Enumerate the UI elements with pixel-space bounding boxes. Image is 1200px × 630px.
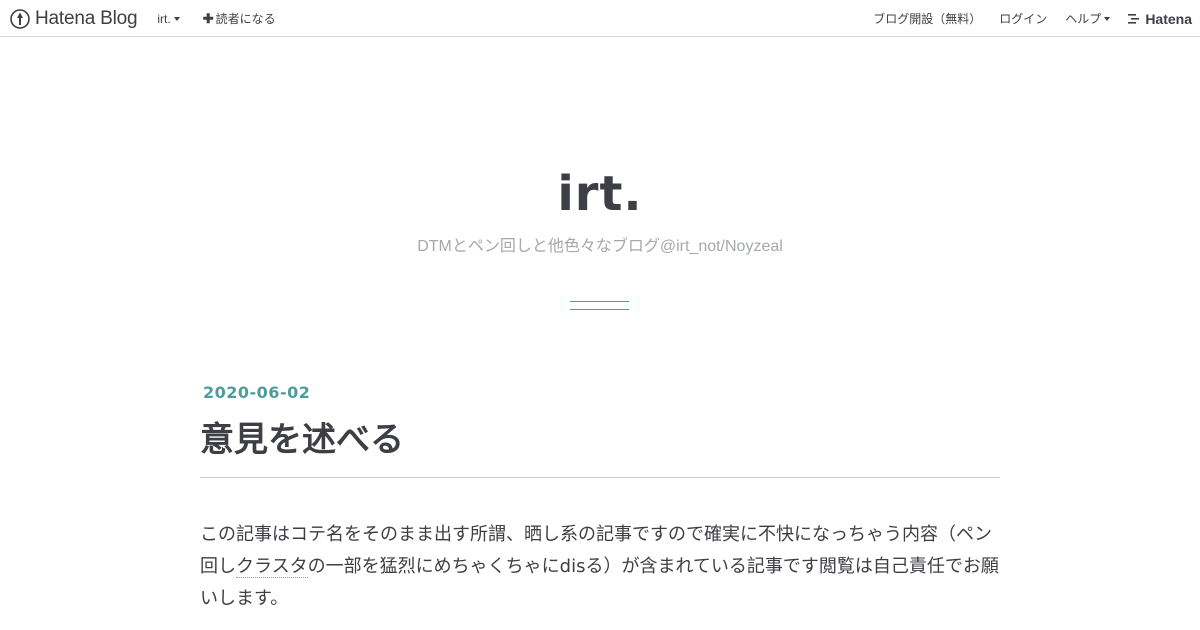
entry-body-text-cont: の一部を猛烈にめちゃくちゃにdisる）が含まれている記事です閲覧は自己責任でお願… — [200, 556, 999, 609]
blog-menu-label: irt. — [157, 11, 171, 26]
keyword-link[interactable]: クラスタ — [236, 556, 308, 578]
blog-title[interactable]: irt. — [0, 166, 1200, 222]
logo-text: Hatena Blog — [35, 7, 138, 29]
plus-icon: ✚ — [202, 10, 214, 26]
open-blog-link[interactable]: ブログ開設（無料） — [873, 10, 981, 27]
header-right: ブログ開設（無料） ログイン ヘルプ Hatena — [873, 0, 1192, 37]
entry-title-rule — [200, 477, 1000, 478]
header-divider-bottom — [570, 309, 629, 310]
help-menu[interactable]: ヘルプ — [1065, 10, 1111, 27]
entry-date[interactable]: 2020-06-02 — [203, 383, 310, 402]
entry-title[interactable]: 意見を述べる — [200, 412, 404, 461]
login-link[interactable]: ログイン — [999, 10, 1047, 27]
blog-description: DTMとペン回しと他色々なブログ@irt_not/Noyzeal — [417, 238, 783, 255]
hatena-blog-pen-icon — [10, 8, 30, 29]
hatena-lines-icon — [1128, 13, 1140, 24]
hatena-label: Hatena — [1145, 10, 1192, 27]
header-divider-top — [570, 301, 629, 302]
chevron-down-icon — [1104, 16, 1111, 21]
global-header: Hatena Blog irt. ✚ 読者になる ブログ開設（無料） ログイン … — [0, 0, 1200, 37]
help-label: ヘルプ — [1065, 12, 1102, 26]
subscribe-button[interactable]: ✚ 読者になる — [203, 10, 276, 27]
header-left: Hatena Blog irt. ✚ 読者になる — [10, 0, 276, 37]
entry-body: この記事はコテ名をそのまま出す所謂、晒し系の記事ですので確実に不快になっちゃう内… — [200, 519, 1000, 615]
subscribe-label: 読者になる — [215, 12, 276, 26]
blog-menu-dropdown[interactable]: irt. — [157, 11, 180, 26]
hatena-logo[interactable]: Hatena — [1128, 11, 1192, 27]
hatena-blog-logo[interactable]: Hatena Blog — [10, 7, 138, 30]
chevron-down-icon — [173, 16, 180, 21]
